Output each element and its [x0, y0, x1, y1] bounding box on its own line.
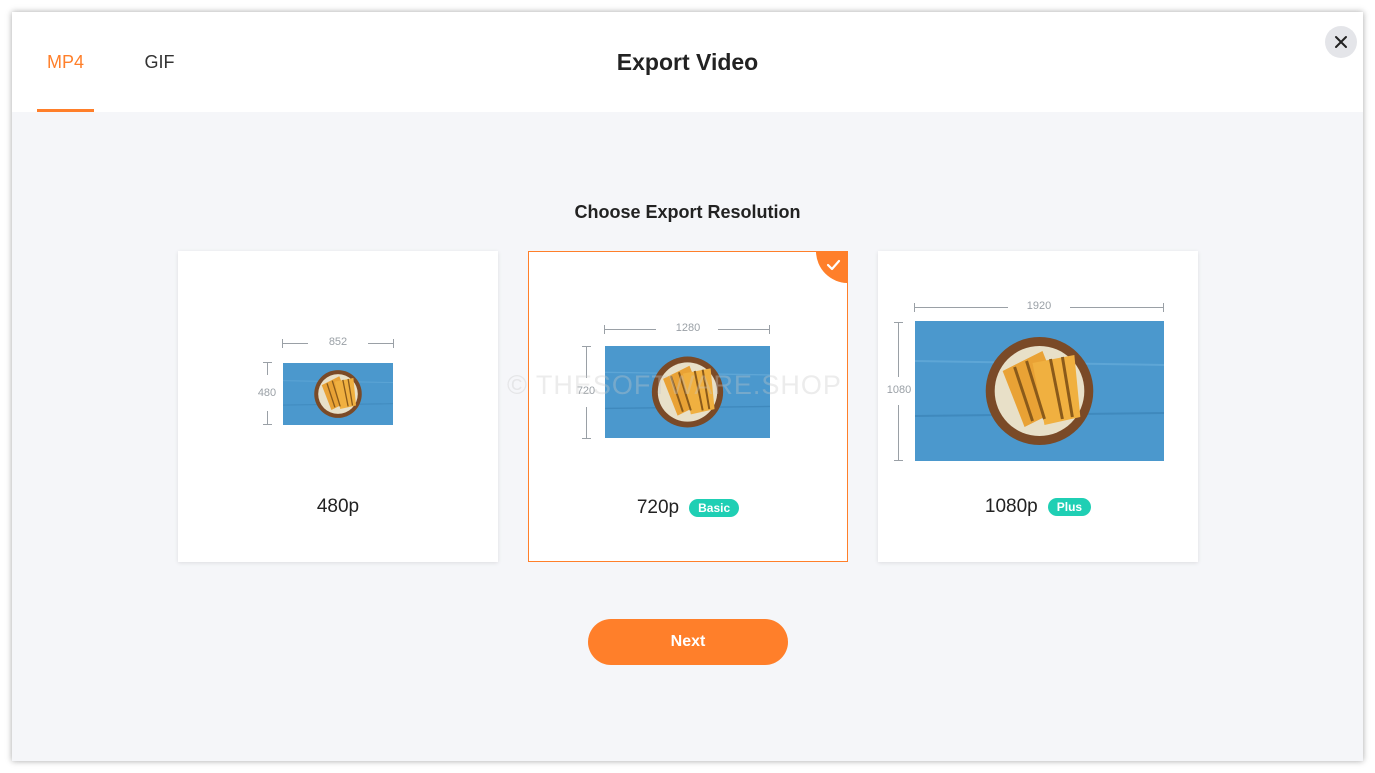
height-dim-tick-top: [894, 322, 903, 323]
export-dialog: MP4 GIF Export Video Choose Export Resol…: [12, 12, 1363, 761]
resolution-label: 1080p: [984, 496, 1038, 517]
height-dim-tick-bottom: [263, 424, 272, 425]
height-label: 1080: [886, 384, 912, 396]
width-dim-tick-left: [604, 325, 605, 334]
width-label: 1280: [675, 322, 701, 334]
height-label: 720: [576, 385, 596, 397]
selected-check-icon: [816, 252, 847, 283]
height-dim-line-top: [898, 322, 899, 377]
tab-gif[interactable]: GIF: [132, 12, 187, 112]
width-dim-line-right: [718, 329, 769, 330]
width-dim-line-left: [282, 343, 308, 344]
width-dim-line-right: [1070, 307, 1163, 308]
width-dim-line-left: [914, 307, 1008, 308]
height-dim-line-bottom: [898, 405, 899, 461]
width-dim-tick-left: [282, 339, 283, 348]
width-dim-line-left: [604, 329, 656, 330]
resolution-label-row: 480p: [178, 496, 498, 518]
resolution-card-720p[interactable]: 1280 720 720p Basic: [528, 251, 848, 562]
resolution-card-480p[interactable]: 852 480 480p: [178, 251, 498, 562]
height-dim-tick-bottom: [894, 460, 903, 461]
width-dim-tick-left: [914, 303, 915, 312]
plan-badge: Plus: [1047, 498, 1092, 516]
height-dim-tick-bottom: [582, 438, 591, 439]
section-title: Choose Export Resolution: [574, 202, 801, 222]
resolution-label: 480p: [316, 496, 360, 517]
dialog-header: MP4 GIF Export Video: [12, 12, 1363, 112]
height-dim-line-bottom: [586, 407, 587, 438]
width-dim-tick-right: [769, 325, 770, 334]
preview-image: [283, 363, 393, 425]
close-icon: [1335, 36, 1347, 48]
width-dim-line-right: [368, 343, 394, 344]
height-dim-line-top: [267, 362, 268, 375]
width-dim-tick-right: [393, 339, 394, 348]
width-label: 852: [328, 336, 348, 348]
height-label: 480: [257, 387, 277, 399]
preview-image: [605, 346, 770, 438]
close-button[interactable]: [1325, 26, 1357, 58]
preview-image: [915, 321, 1164, 461]
height-dim-tick-top: [263, 362, 272, 363]
resolution-label-row: 720p Basic: [529, 497, 847, 519]
plan-badge: Basic: [689, 499, 740, 517]
height-dim-line-top: [586, 346, 587, 378]
height-dim-tick-top: [582, 346, 591, 347]
next-button[interactable]: Next: [588, 619, 788, 665]
resolution-label: 720p: [636, 497, 680, 518]
width-dim-tick-right: [1163, 303, 1164, 312]
tab-mp4[interactable]: MP4: [37, 12, 94, 112]
resolution-card-1080p[interactable]: 1920 1080 1080p Plus: [878, 251, 1198, 562]
active-tab-indicator: [37, 109, 94, 112]
resolution-label-row: 1080p Plus: [878, 496, 1198, 518]
width-label: 1920: [1026, 300, 1052, 312]
height-dim-line-bottom: [267, 411, 268, 425]
dialog-title: Export Video: [616, 48, 759, 75]
